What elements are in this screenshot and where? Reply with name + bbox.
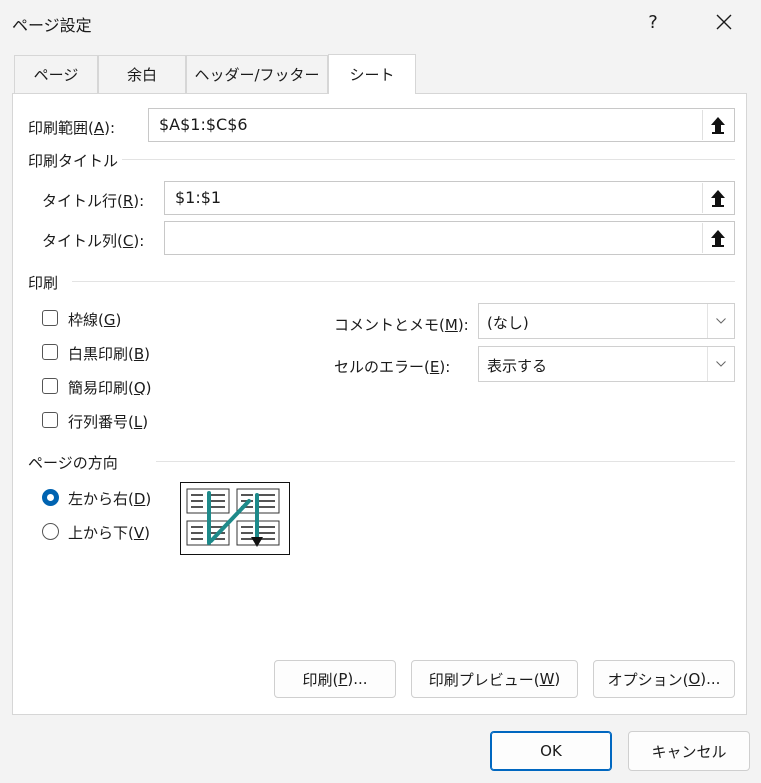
tab-margins[interactable]: 余白: [98, 55, 186, 93]
title-cols-field[interactable]: [164, 221, 735, 255]
row-col-headings-label[interactable]: 行列番号(L): [68, 411, 148, 432]
title-rows-value: $1:$1: [175, 188, 222, 207]
print-area-collapse-button[interactable]: [702, 110, 733, 140]
left-to-right-label[interactable]: 左から右(D): [68, 488, 151, 509]
close-button[interactable]: [698, 4, 750, 40]
print-preview-button[interactable]: 印刷プレビュー(W): [411, 660, 578, 698]
chevron-down-icon: [707, 347, 734, 381]
group-divider: [156, 461, 735, 462]
gridlines-checkbox[interactable]: [42, 310, 58, 326]
title-rows-collapse-button[interactable]: [702, 183, 733, 213]
row-col-headings-checkbox[interactable]: [42, 412, 58, 428]
print-titles-group-label: 印刷タイトル: [28, 152, 119, 170]
page-order-preview-icon: [186, 488, 280, 547]
gridlines-label[interactable]: 枠線(G): [68, 309, 121, 330]
title-rows-field[interactable]: $1:$1: [164, 181, 735, 215]
top-to-bottom-label[interactable]: 上から下(V): [68, 522, 150, 543]
title-cols-label: タイトル列(C):: [42, 232, 145, 250]
comments-value: (なし): [487, 314, 529, 332]
group-divider: [72, 281, 735, 282]
top-to-bottom-radio[interactable]: [42, 523, 59, 540]
page-order-preview: [180, 482, 290, 555]
page-order-group-label: ページの方向: [28, 454, 118, 472]
comments-label: コメントとメモ(M):: [334, 316, 469, 334]
print-area-value: $A$1:$C$6: [159, 115, 248, 134]
cancel-button[interactable]: キャンセル: [628, 731, 750, 771]
chevron-down-icon: [707, 304, 734, 338]
cell-errors-label: セルのエラー(E):: [334, 358, 451, 376]
help-button[interactable]: ?: [630, 4, 676, 40]
left-to-right-radio[interactable]: [42, 489, 59, 506]
tab-sheet[interactable]: シート: [328, 54, 416, 94]
tab-header-footer[interactable]: ヘッダー/フッター: [186, 55, 328, 93]
print-area-field[interactable]: $A$1:$C$6: [148, 108, 735, 142]
draft-quality-label[interactable]: 簡易印刷(Q): [68, 377, 152, 398]
arrow-up-icon: [711, 230, 725, 247]
title-rows-label: タイトル行(R):: [42, 192, 145, 210]
tab-page[interactable]: ページ: [14, 55, 98, 93]
group-divider: [122, 159, 735, 160]
title-cols-collapse-button[interactable]: [702, 223, 733, 253]
options-button[interactable]: オプション(O)...: [593, 660, 735, 698]
black-and-white-checkbox[interactable]: [42, 344, 58, 360]
arrow-up-icon: [711, 117, 725, 134]
black-and-white-label[interactable]: 白黒印刷(B): [68, 343, 150, 364]
draft-quality-checkbox[interactable]: [42, 378, 58, 394]
comments-select[interactable]: (なし): [478, 303, 735, 339]
print-group-label: 印刷: [28, 274, 59, 292]
ok-button[interactable]: OK: [490, 731, 612, 771]
cell-errors-value: 表示する: [487, 357, 548, 375]
close-icon: [716, 14, 732, 30]
window-title: ページ設定: [12, 16, 92, 35]
print-button[interactable]: 印刷(P)...: [274, 660, 396, 698]
print-area-label: 印刷範囲(A):: [28, 119, 116, 137]
cell-errors-select[interactable]: 表示する: [478, 346, 735, 382]
arrow-up-icon: [711, 190, 725, 207]
